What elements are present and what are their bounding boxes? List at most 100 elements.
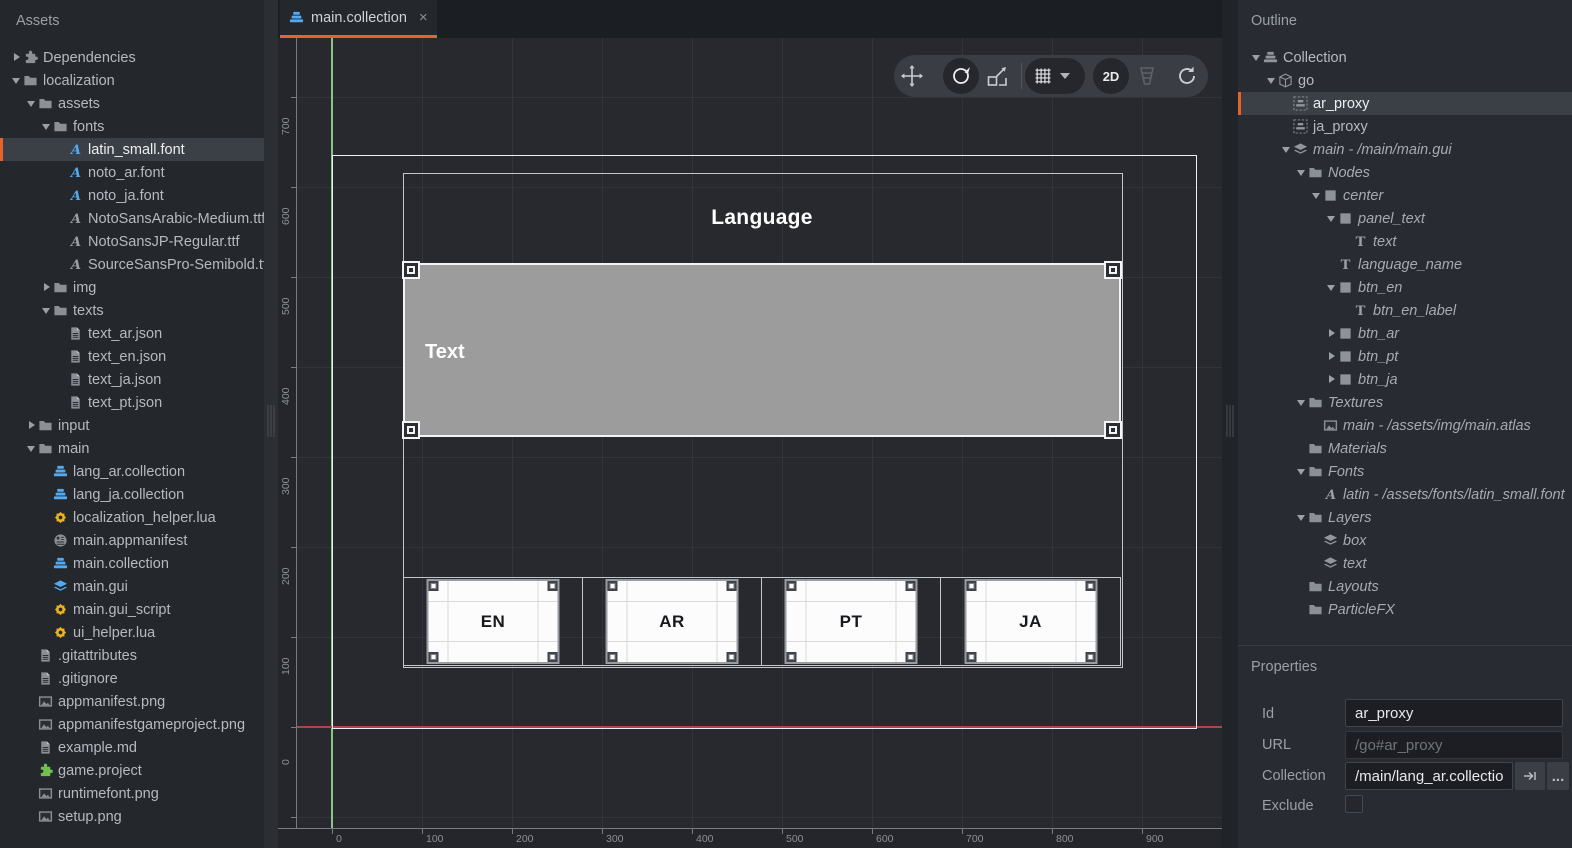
scene-button-pt[interactable]: PT: [785, 579, 918, 664]
exclude-checkbox[interactable]: [1345, 795, 1363, 813]
tree-row-localization-helper-lua[interactable]: localization_helper.lua: [0, 506, 264, 529]
refresh-button[interactable]: [1175, 64, 1199, 88]
tree-row-ar-proxy[interactable]: ar_proxy: [1238, 92, 1572, 115]
chevron-down-icon[interactable]: [1311, 184, 1323, 207]
chevron-down-icon[interactable]: [26, 437, 38, 460]
scene-language-text[interactable]: Language: [403, 206, 1121, 230]
scene-button-en[interactable]: EN: [427, 579, 560, 664]
chevron-down-icon[interactable]: [1326, 207, 1338, 230]
rotate-tool-button[interactable]: [943, 58, 979, 94]
chevron-down-icon[interactable]: [26, 92, 38, 115]
tree-row-fonts[interactable]: fonts: [0, 115, 264, 138]
chevron-down-icon[interactable]: [1251, 46, 1263, 69]
tree-row-btn-ar[interactable]: btn_ar: [1238, 322, 1572, 345]
chevron-right-icon[interactable]: [1326, 322, 1338, 345]
tree-row-btn-en[interactable]: btn_en: [1238, 276, 1572, 299]
tree-row-setup-png[interactable]: setup.png: [0, 805, 264, 828]
chevron-right-icon[interactable]: [1326, 368, 1338, 391]
chevron-right-icon[interactable]: [26, 414, 38, 437]
tree-row-language-name[interactable]: Tlanguage_name: [1238, 253, 1572, 276]
tree-row-textures[interactable]: Textures: [1238, 391, 1572, 414]
tree-row-main[interactable]: main: [0, 437, 264, 460]
chevron-down-icon[interactable]: [1326, 276, 1338, 299]
tree-row-box[interactable]: box: [1238, 529, 1572, 552]
tree-row-example-md[interactable]: example.md: [0, 736, 264, 759]
scene-panel-text-node[interactable]: Text: [403, 263, 1121, 437]
chevron-down-icon[interactable]: [1296, 161, 1308, 184]
tree-row-main-assets-img-main-atlas[interactable]: main - /assets/img/main.atlas: [1238, 414, 1572, 437]
tree-row-main-main-main-gui[interactable]: main - /main/main.gui: [1238, 138, 1572, 161]
scene-button-ar[interactable]: AR: [606, 579, 739, 664]
tree-row-lang-ja-collection[interactable]: lang_ja.collection: [0, 483, 264, 506]
2d-mode-button[interactable]: 2D: [1093, 58, 1129, 94]
tree-row-center[interactable]: center: [1238, 184, 1572, 207]
tab-main-collection[interactable]: main.collection ×: [280, 0, 437, 38]
tree-row-text-en-json[interactable]: text_en.json: [0, 345, 264, 368]
tree-row-layers[interactable]: Layers: [1238, 506, 1572, 529]
tree-row-gitattributes[interactable]: .gitattributes: [0, 644, 264, 667]
left-splitter[interactable]: [264, 0, 278, 848]
open-resource-button[interactable]: [1515, 762, 1545, 790]
chevron-right-icon[interactable]: [41, 276, 53, 299]
tree-row-main-gui[interactable]: main.gui: [0, 575, 264, 598]
chevron-right-icon[interactable]: [1326, 345, 1338, 368]
chevron-down-icon[interactable]: [1296, 460, 1308, 483]
id-field[interactable]: [1345, 699, 1563, 727]
chevron-down-icon[interactable]: [1266, 69, 1278, 92]
tree-row-layouts[interactable]: Layouts: [1238, 575, 1572, 598]
grid-visibility-button[interactable]: [1025, 58, 1085, 94]
tree-row-game-project[interactable]: game.project: [0, 759, 264, 782]
tree-row-input[interactable]: input: [0, 414, 264, 437]
chevron-down-icon[interactable]: [41, 115, 53, 138]
tree-row-notosansjp-regular-ttf[interactable]: ANotoSansJP-Regular.ttf: [0, 230, 264, 253]
tree-row-text[interactable]: text: [1238, 552, 1572, 575]
tree-row-lang-ar-collection[interactable]: lang_ar.collection: [0, 460, 264, 483]
tree-row-collection[interactable]: Collection: [1238, 46, 1572, 69]
chevron-down-icon[interactable]: [1296, 506, 1308, 529]
tree-row-text-ar-json[interactable]: text_ar.json: [0, 322, 264, 345]
tree-row-text-pt-json[interactable]: text_pt.json: [0, 391, 264, 414]
tree-row-gitignore[interactable]: .gitignore: [0, 667, 264, 690]
tab-close-icon[interactable]: ×: [419, 10, 428, 25]
tree-row-btn-pt[interactable]: btn_pt: [1238, 345, 1572, 368]
tree-row-panel-text[interactable]: panel_text: [1238, 207, 1572, 230]
tree-row-texts[interactable]: texts: [0, 299, 264, 322]
scale-tool-button[interactable]: [985, 64, 1009, 88]
tree-row-notosansarabic-medium-ttf[interactable]: ANotoSansArabic-Medium.ttf: [0, 207, 264, 230]
tree-row-btn-ja[interactable]: btn_ja: [1238, 368, 1572, 391]
tree-row-nodes[interactable]: Nodes: [1238, 161, 1572, 184]
tree-row-text[interactable]: Ttext: [1238, 230, 1572, 253]
tree-row-noto-ja-font[interactable]: Anoto_ja.font: [0, 184, 264, 207]
browse-collection-button[interactable]: ...: [1547, 762, 1569, 790]
tree-row-appmanifestgameproject-png[interactable]: appmanifestgameproject.png: [0, 713, 264, 736]
tree-row-main-collection[interactable]: main.collection: [0, 552, 264, 575]
tree-row-appmanifest-png[interactable]: appmanifest.png: [0, 690, 264, 713]
scene-viewport[interactable]: Language Text ENARPTJA 70060050040030020…: [278, 38, 1222, 848]
tree-row-text-ja-json[interactable]: text_ja.json: [0, 368, 264, 391]
tree-row-fonts[interactable]: Fonts: [1238, 460, 1572, 483]
chevron-down-icon[interactable]: [41, 299, 53, 322]
move-tool-button[interactable]: [900, 64, 924, 88]
tree-row-latin-small-font[interactable]: Alatin_small.font: [0, 138, 264, 161]
tree-row-go[interactable]: go: [1238, 69, 1572, 92]
tree-row-latin-assets-fonts-latin-small-font[interactable]: Alatin - /assets/fonts/latin_small.font: [1238, 483, 1572, 506]
tree-row-sourcesanspro-semibold-ttf[interactable]: ASourceSansPro-Semibold.ttf: [0, 253, 264, 276]
tree-row-assets[interactable]: assets: [0, 92, 264, 115]
tree-row-runtimefont-png[interactable]: runtimefont.png: [0, 782, 264, 805]
tree-row-img[interactable]: img: [0, 276, 264, 299]
chevron-down-icon[interactable]: [1281, 138, 1293, 161]
collection-field[interactable]: [1345, 762, 1513, 790]
chevron-down-icon[interactable]: [1296, 391, 1308, 414]
frustum-culling-button[interactable]: [1135, 64, 1159, 88]
tree-row-localization[interactable]: localization: [0, 69, 264, 92]
tree-row-ui-helper-lua[interactable]: ui_helper.lua: [0, 621, 264, 644]
tree-row-btn-en-label[interactable]: Tbtn_en_label: [1238, 299, 1572, 322]
tree-row-dependencies[interactable]: Dependencies: [0, 46, 264, 69]
scene-button-ja[interactable]: JA: [964, 579, 1097, 664]
chevron-down-icon[interactable]: [11, 69, 23, 92]
tree-row-main-appmanifest[interactable]: main.appmanifest: [0, 529, 264, 552]
tree-row-ja-proxy[interactable]: ja_proxy: [1238, 115, 1572, 138]
tree-row-main-gui-script[interactable]: main.gui_script: [0, 598, 264, 621]
tree-row-materials[interactable]: Materials: [1238, 437, 1572, 460]
right-splitter[interactable]: [1222, 0, 1238, 848]
